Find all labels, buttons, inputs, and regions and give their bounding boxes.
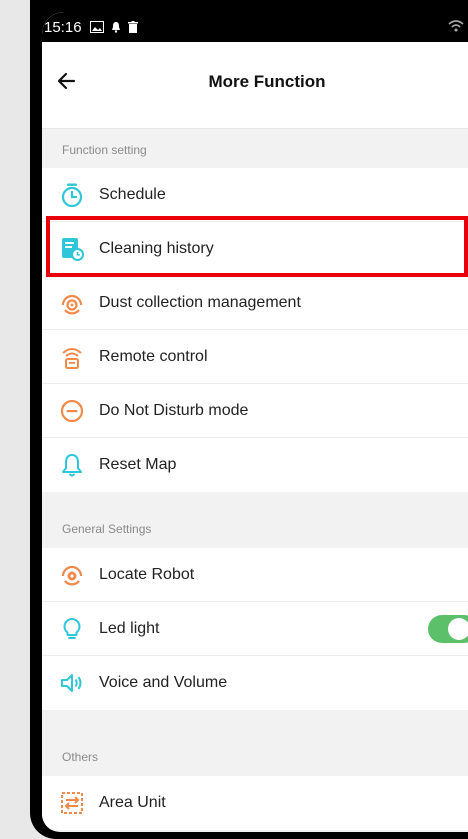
menu-item-label: Locate Robot — [99, 565, 195, 583]
menu-item-label: Remote control — [99, 347, 208, 365]
menu-item-do-not-disturb[interactable]: Do Not Disturb mode — [42, 384, 468, 438]
page-title: More Function — [208, 72, 326, 91]
menu-item-schedule[interactable]: Schedule — [42, 168, 468, 222]
general-settings-group: Locate Robot Led light Voice and Volume — [42, 548, 468, 710]
status-time: 15:16 — [44, 18, 82, 36]
menu-item-led-light: Led light — [42, 602, 468, 656]
status-bar: 15:16 — [42, 12, 468, 42]
trash-notification-icon — [127, 21, 138, 33]
bell-icon — [62, 454, 82, 477]
menu-item-locate-robot[interactable]: Locate Robot — [42, 548, 468, 602]
section-header-general-settings: General Settings — [62, 522, 152, 536]
speaker-icon — [61, 674, 82, 692]
section-header-others: Others — [62, 750, 99, 764]
menu-item-label: Led light — [99, 619, 160, 637]
menu-item-label: Reset Map — [99, 456, 177, 473]
led-light-toggle[interactable] — [428, 615, 468, 643]
gallery-notification-icon — [89, 21, 104, 33]
remote-control-icon — [62, 348, 82, 369]
section-header-function-setting: Function setting — [62, 143, 147, 157]
menu-item-label: Dust collection management — [99, 293, 301, 311]
menu-item-voice-volume[interactable]: Voice and Volume — [42, 656, 468, 710]
menu-item-area-unit[interactable]: Area Unit — [42, 776, 468, 830]
menu-item-label: Voice and Volume — [99, 674, 228, 691]
bulb-icon — [63, 618, 81, 639]
app-screen: 15:16 More Function Function setting Sch… — [42, 12, 468, 832]
menu-item-remote-control[interactable]: Remote control — [42, 330, 468, 384]
menu-item-label: Schedule — [99, 185, 166, 203]
area-unit-icon — [61, 792, 83, 814]
toggle-knob — [448, 618, 468, 640]
menu-item-reset-map[interactable]: Reset Map — [42, 438, 468, 492]
locate-robot-icon — [61, 565, 83, 586]
menu-item-dust-collection[interactable]: Dust collection management — [42, 276, 468, 330]
menu-item-label: Area Unit — [99, 794, 166, 811]
notification-bell-icon — [111, 22, 120, 33]
selection-highlight-box — [46, 216, 468, 277]
timer-icon — [61, 183, 83, 208]
app-bar: More Function — [42, 42, 468, 129]
dust-collection-icon — [61, 294, 83, 315]
others-group: Area Unit — [42, 776, 468, 830]
menu-item-label: Do Not Disturb mode — [99, 401, 249, 419]
do-not-disturb-icon — [60, 399, 84, 423]
wifi-icon — [448, 20, 464, 32]
